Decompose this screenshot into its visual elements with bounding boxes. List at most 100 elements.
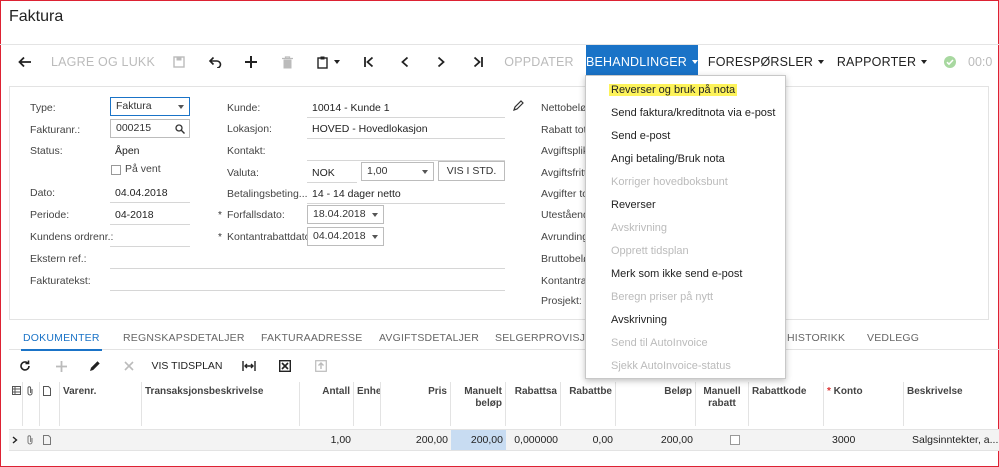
menu-item-check-autoinvoice[interactable]: Sjekk AutoInvoice-status <box>611 360 731 372</box>
tab-attachments[interactable]: VEDLEGG <box>867 332 919 344</box>
excel-icon <box>279 360 291 372</box>
row-note-icon[interactable] <box>40 430 60 450</box>
tax-total-label: Avgifter tot <box>541 188 591 200</box>
period-value[interactable]: 04-2018 <box>115 209 154 221</box>
date-value[interactable]: 04.04.2018 <box>115 187 168 199</box>
menu-item-reverse-apply[interactable]: Reverser og bruk på nota <box>609 84 738 96</box>
disc-date-input[interactable]: 04.04.2018 <box>307 227 384 246</box>
undo-button[interactable] <box>202 45 228 79</box>
menu-item-writeoff[interactable]: Avskrivning <box>611 314 667 326</box>
cell-manual-disc-checkbox[interactable] <box>730 435 740 445</box>
header-uom[interactable]: Enhe <box>354 382 381 426</box>
terms-label: Betalingsbeting... <box>227 188 308 200</box>
tab-address[interactable]: FAKTURAADRESSE <box>261 332 362 344</box>
chevron-down-icon <box>178 105 184 109</box>
type-select[interactable]: Faktura <box>110 97 190 116</box>
status-value: Åpen <box>115 145 140 157</box>
tab-accounting[interactable]: REGNSKAPSDETALJER <box>123 332 245 344</box>
grid-settings-icon[interactable] <box>9 382 23 426</box>
location-value[interactable]: HOVED - Hovedlokasjon <box>312 123 428 135</box>
row-attachment-icon[interactable] <box>23 430 40 450</box>
cell-line-desc[interactable]: Salgsinntekter, a... <box>909 430 999 450</box>
upload-button[interactable] <box>309 352 333 380</box>
view-base-button[interactable]: VIS I STD. <box>438 161 505 181</box>
cell-discamt[interactable]: 0,00 <box>561 430 616 450</box>
tab-tax[interactable]: AVGIFTSDETALJER <box>379 332 479 344</box>
menu-item-pay-apply[interactable]: Angi betaling/Bruk nota <box>611 153 725 165</box>
cell-account[interactable]: 3000 <box>829 430 904 450</box>
tab-documents[interactable]: DOKUMENTER <box>21 332 102 351</box>
custorder-input[interactable] <box>110 246 190 247</box>
header-qty[interactable]: Antall <box>300 382 354 426</box>
view-schedule-button[interactable]: VIS TIDSPLAN <box>147 352 227 380</box>
fit-columns-button[interactable] <box>237 352 261 380</box>
prev-record-button[interactable] <box>392 45 418 79</box>
refnr-value: 000215 <box>116 122 152 134</box>
table-row[interactable]: 1,00 200,00 200,00 0,000000 0,00 200,00 … <box>9 429 999 451</box>
menu-item-create-schedule[interactable]: Opprett tidsplan <box>611 245 689 257</box>
header-discpct[interactable]: Rabattsa <box>506 382 561 426</box>
menu-item-correct-batch[interactable]: Korriger hovedboksbunt <box>611 176 728 188</box>
copy-paste-button[interactable] <box>310 45 346 79</box>
header-line-desc[interactable]: Beskrivelse <box>904 382 999 426</box>
inquiries-menu-button[interactable]: FORESPØRSLER <box>705 45 827 79</box>
reports-menu-button[interactable]: RAPPORTER <box>833 45 931 79</box>
extref-input[interactable] <box>110 268 505 269</box>
cell-discpct[interactable]: 0,000000 <box>506 430 561 450</box>
grid-toolbar: VIS TIDSPLAN <box>9 352 999 380</box>
menu-item-recalc-prices[interactable]: Beregn priser på nytt <box>611 291 713 303</box>
header-disccode[interactable]: Rabattkode <box>749 382 824 426</box>
grid-add-button[interactable] <box>49 352 73 380</box>
cell-manual-amt[interactable]: 200,00 <box>451 430 506 450</box>
lines-grid: Varenr. Transaksjonsbeskrivelse Antall E… <box>9 382 999 462</box>
menu-item-mark-dont-email[interactable]: Merk som ikke send e-post <box>611 268 742 280</box>
save-button[interactable] <box>166 45 192 79</box>
header-item[interactable]: Varenr. <box>60 382 142 426</box>
actions-menu-label: BEHANDLINGER <box>585 55 688 69</box>
grid-edit-button[interactable] <box>83 352 107 380</box>
due-date-input[interactable]: 18.04.2018 <box>307 205 384 224</box>
refnr-input[interactable]: 000215 <box>110 119 190 138</box>
export-excel-button[interactable] <box>273 352 297 380</box>
delete-button[interactable] <box>274 45 300 79</box>
attachment-col-icon <box>23 382 40 426</box>
header-price[interactable]: Pris <box>381 382 451 426</box>
grid-refresh-button[interactable] <box>13 352 37 380</box>
period-label: Periode: <box>30 209 70 221</box>
row-expand-icon[interactable] <box>9 430 23 450</box>
rate-select[interactable]: 1,00 <box>361 162 434 181</box>
header-manual-disc[interactable]: Manuell rabatt <box>696 382 749 426</box>
tab-history[interactable]: HISTORIKK <box>787 332 845 344</box>
next-record-button[interactable] <box>428 45 454 79</box>
header-account[interactable]: * Konto <box>824 382 904 426</box>
back-button[interactable] <box>12 45 38 79</box>
last-record-button[interactable] <box>465 45 491 79</box>
menu-item-send-email[interactable]: Send e-post <box>611 130 670 142</box>
cell-amount[interactable]: 200,00 <box>616 430 696 450</box>
header-manual-amt[interactable]: Manuelt beløp <box>451 382 506 426</box>
cell-qty[interactable]: 1,00 <box>300 430 354 450</box>
grid-delete-button[interactable] <box>117 352 141 380</box>
menu-item-send-email-invoice[interactable]: Send faktura/kreditnota via e-post <box>611 107 775 119</box>
timer-display: 00:0 <box>968 55 993 69</box>
currency-value[interactable]: NOK <box>312 167 335 179</box>
hold-checkbox[interactable] <box>111 165 121 175</box>
custorder-label: Kundens ordrenr.: <box>30 231 114 243</box>
first-record-button[interactable] <box>356 45 382 79</box>
actions-menu-button[interactable]: BEHANDLINGER <box>585 45 699 79</box>
add-button[interactable] <box>238 45 264 79</box>
approve-button[interactable] <box>938 45 962 79</box>
menu-item-send-autoinvoice[interactable]: Send til AutoInvoice <box>611 337 708 349</box>
save-close-button[interactable]: LAGRE OG LUKK <box>48 45 158 79</box>
customer-value[interactable]: 10014 - Kunde 1 <box>312 102 390 114</box>
cell-price[interactable]: 200,00 <box>381 430 451 450</box>
header-desc[interactable]: Transaksjonsbeskrivelse <box>142 382 300 426</box>
terms-value[interactable]: 14 - 14 dager netto <box>312 188 401 200</box>
header-amount[interactable]: Beløp <box>616 382 696 426</box>
pencil-icon[interactable] <box>513 100 524 111</box>
menu-item-writeoff-disabled[interactable]: Avskrivning <box>611 222 667 234</box>
header-discamt[interactable]: Rabattbe <box>561 382 616 426</box>
menu-item-reverse[interactable]: Reverser <box>611 199 656 211</box>
desc-input[interactable] <box>110 290 505 291</box>
refresh-button[interactable]: OPPDATER <box>500 45 578 79</box>
